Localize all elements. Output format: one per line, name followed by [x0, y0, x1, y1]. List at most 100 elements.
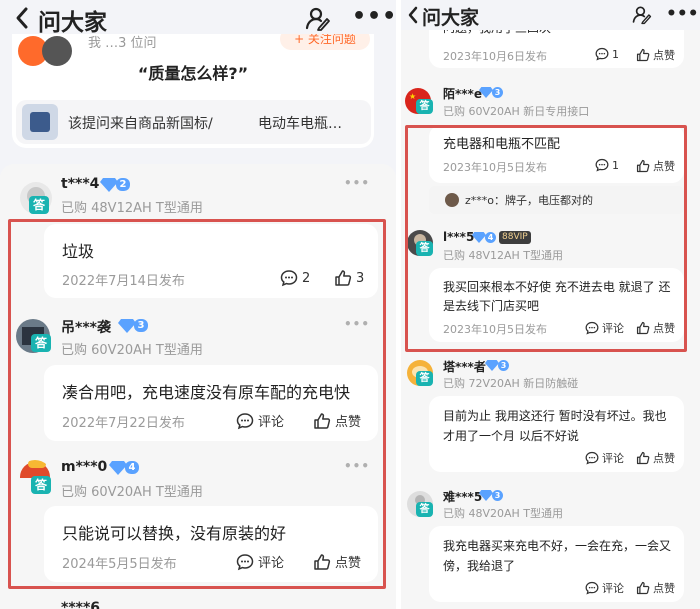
comment-button[interactable]: 评论: [236, 552, 284, 571]
comment-label: 评论: [258, 415, 285, 430]
level-number: 4: [485, 232, 496, 243]
thumbs-up-icon: [314, 553, 331, 570]
like-label: 点赞: [653, 452, 675, 465]
more-options-icon[interactable]: •••: [344, 317, 370, 331]
purchase-info: 已购 48V12AH T型通用: [61, 201, 203, 216]
answer-badge: 答: [416, 502, 433, 517]
like-label: 点赞: [335, 556, 362, 571]
comment-count: 1: [612, 158, 619, 172]
answer-badge: 答: [416, 99, 433, 114]
answer-badge: 答: [31, 334, 51, 352]
purchase-info: 已购 48V12AH T型通用: [443, 249, 564, 262]
comment-button[interactable]: 2: [280, 269, 310, 287]
reply-colon: ：: [494, 194, 506, 207]
diamond-level-icon: [479, 490, 493, 501]
thumbs-up-icon: [314, 412, 331, 429]
answer-bubble[interactable]: 目前为止 我用这还行 暂时没有坏过。我也才用了一个月 以后不好说 评论 点赞: [429, 396, 684, 472]
answer-text: 我买回来根本不好使 充不进去电 就退了 还是去线下门店买吧: [443, 280, 671, 313]
purchase-info: 已购 60V20AH 新日专用接口: [443, 105, 590, 118]
comment-label: 评论: [602, 582, 624, 595]
comment-label: 评论: [602, 322, 624, 335]
username: l***5: [443, 230, 475, 244]
answer-bubble[interactable]: 充电器和电瓶不匹配 2023年10月5日发布 1 点赞: [429, 125, 684, 183]
thumbs-up-icon: [636, 581, 650, 595]
level-number: 3: [492, 87, 503, 98]
like-label: 点赞: [335, 415, 362, 430]
answer-text: 目前为止 我用这还行 暂时没有坏过。我也才用了一个月 以后不好说: [443, 409, 667, 443]
comment-count: 1: [612, 47, 619, 61]
product-source-label: 该提问来自商品新国标/: [68, 116, 213, 132]
comment-button[interactable]: 评论: [236, 411, 284, 430]
comment-bubble-icon: [585, 581, 599, 595]
like-button[interactable]: 点赞: [636, 580, 675, 596]
top-bar: 问大家 •••: [0, 0, 396, 36]
like-button[interactable]: 3: [334, 269, 364, 287]
level-number: 3: [492, 490, 503, 501]
comment-button[interactable]: 评论: [585, 450, 624, 466]
comment-bubble-icon: [236, 412, 254, 429]
reply-text: 牌子，电压都对的: [505, 194, 594, 207]
answer-badge: 答: [31, 476, 51, 494]
comment-bubble-icon: [595, 47, 609, 61]
level-number: 3: [498, 360, 509, 371]
page-title: 问大家: [422, 7, 480, 29]
reply-user: z***o: [465, 193, 495, 207]
like-button[interactable]: 点赞: [636, 47, 675, 63]
comment-button[interactable]: 1: [595, 158, 619, 172]
comment-button[interactable]: 评论: [585, 320, 624, 336]
username: 难***5: [443, 490, 483, 504]
answer-badge: 答: [416, 241, 433, 256]
purchase-info: 已购 60V20AH T型通用: [61, 343, 203, 358]
answer-bubble[interactable]: 只能说可以替换，没有原装的好 2024年5月5日发布 评论 点赞: [44, 506, 378, 582]
answer-bubble[interactable]: 我充电器买来充电不好，一会在充，一会又傍，我给退了 评论 点赞: [429, 526, 684, 602]
product-source-bar[interactable]: 该提问来自商品新国标/ 电动车电瓶…: [16, 100, 371, 144]
more-options-icon[interactable]: •••: [344, 176, 370, 190]
username: 吊***袭: [61, 320, 111, 336]
like-button[interactable]: 点赞: [313, 411, 361, 430]
like-count: 3: [356, 270, 365, 286]
answer-bubble[interactable]: 凑合用吧，充电速度没有原车配的充电快 2022年7月22日发布 评论 点赞: [44, 365, 378, 441]
level-number: 3: [134, 319, 148, 332]
like-button[interactable]: 点赞: [636, 320, 675, 336]
vip-badge: 88VIP: [499, 231, 531, 244]
comment-button[interactable]: 评论: [585, 580, 624, 596]
back-chevron-icon[interactable]: [14, 6, 30, 30]
top-bar: 问大家 •••: [401, 0, 700, 30]
comment-bubble-icon: [595, 158, 609, 172]
answer-bubble[interactable]: 我买回来根本不好使 充不进去电 就退了 还是去线下门店买吧 2023年10月5日…: [429, 268, 684, 342]
back-chevron-icon[interactable]: [407, 5, 419, 25]
answers-list: 问题，我用了三四次 2023年10月6日发布 1 点赞 ★ 答 陌***e 3 …: [401, 16, 700, 609]
right-screenshot: 问大家 ••• 问题，我用了三四次 2023年10月6日发布 1 点赞 ★ 答: [401, 0, 700, 609]
more-menu-icon[interactable]: •••: [352, 4, 396, 29]
comment-button[interactable]: 1: [595, 47, 619, 61]
purchase-info: 已购 60V20AH T型通用: [61, 485, 203, 500]
like-button[interactable]: 点赞: [313, 552, 361, 571]
username: ****6: [61, 600, 101, 609]
product-thumbnail: [22, 104, 58, 140]
left-screenshot: 问大家 ••• 我 …3 位问 + 关注问题 “质量怎么样?” 该提问来自商品新…: [0, 0, 396, 609]
username: 塔***者: [443, 360, 486, 374]
thumbs-up-icon: [636, 321, 650, 335]
thumbs-up-icon: [335, 270, 352, 286]
answer-date: 2023年10月5日发布: [443, 323, 547, 336]
more-menu-icon[interactable]: •••: [666, 4, 699, 24]
answer-date: 2024年5月5日发布: [62, 557, 177, 572]
more-options-icon[interactable]: •••: [344, 459, 370, 473]
reply-snippet[interactable]: z***o ： 牌子，电压都对的: [429, 186, 684, 214]
comment-bubble-icon: [236, 553, 254, 570]
diamond-level-icon: [485, 360, 499, 371]
thumbs-up-icon: [636, 451, 650, 465]
like-button[interactable]: 点赞: [636, 158, 675, 174]
comment-count: 2: [302, 270, 311, 286]
edit-user-icon[interactable]: [632, 5, 652, 25]
reply-avatar: [445, 193, 459, 207]
comment-bubble-icon: [585, 451, 599, 465]
level-number: 2: [116, 178, 130, 191]
edit-user-icon[interactable]: [305, 6, 331, 32]
diamond-level-icon: [479, 87, 493, 98]
answer-bubble[interactable]: 垃圾 2022年7月14日发布 2 3: [44, 224, 378, 298]
diamond-level-icon: [472, 232, 486, 243]
level-number: 4: [125, 461, 139, 474]
username: t***4: [61, 176, 100, 192]
like-button[interactable]: 点赞: [636, 450, 675, 466]
